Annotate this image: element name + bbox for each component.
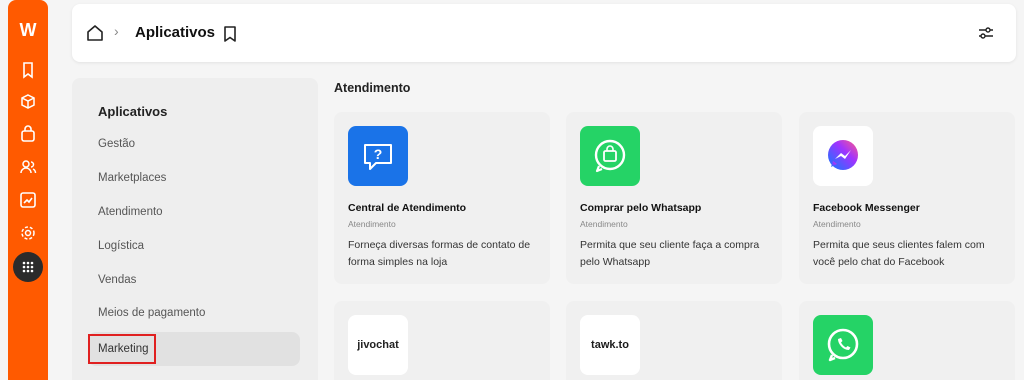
app-card-whatsapp[interactable] <box>799 301 1015 380</box>
category-item-meios-de-pagamento[interactable]: Meios de pagamento <box>98 307 205 319</box>
svg-text:?: ? <box>374 146 383 162</box>
app-description: Permita que seus clientes falem com você… <box>813 239 985 268</box>
app-description: Permita que seu cliente faça a compra pe… <box>580 239 760 268</box>
page-header: › Aplicativos <box>72 4 1016 62</box>
users-icon[interactable] <box>18 157 38 177</box>
jivochat-logo-text: jivochat <box>348 315 408 375</box>
category-panel: Aplicativos Gestão Marketplaces Atendime… <box>72 78 318 380</box>
app-category: Atendimento <box>580 219 628 229</box>
whatsapp-bag-icon <box>580 126 640 186</box>
app-description: Forneça diversas formas de contato de fo… <box>348 239 531 268</box>
tawkto-logo: tawk.to <box>580 315 640 375</box>
app-name: Facebook Messenger <box>813 202 920 214</box>
app-name: Central de Atendimento <box>348 202 467 214</box>
brand-logo[interactable]: W <box>16 18 40 42</box>
home-icon[interactable] <box>86 24 104 42</box>
breadcrumb-separator: › <box>114 23 119 39</box>
app-card-facebook-messenger[interactable]: Facebook Messenger Atendimento Permita q… <box>799 112 1015 284</box>
filter-settings-icon[interactable] <box>978 26 994 40</box>
tawkto-logo-text: tawk.to <box>580 315 640 375</box>
bookmark-icon[interactable] <box>18 60 38 80</box>
category-panel-title: Aplicativos <box>98 104 168 119</box>
category-item-marketplaces[interactable]: Marketplaces <box>98 172 166 184</box>
left-nav-rail: W <box>8 0 48 380</box>
shopping-bag-icon[interactable] <box>18 124 38 144</box>
app-category: Atendimento <box>813 219 861 229</box>
category-item-marketing[interactable]: Marketing <box>98 343 149 355</box>
category-item-atendimento[interactable]: Atendimento <box>98 206 163 218</box>
app-card-central-de-atendimento[interactable]: ? Central de Atendimento Atendimento For… <box>334 112 550 284</box>
messenger-icon <box>813 126 873 186</box>
bookmark-icon[interactable] <box>222 25 238 43</box>
app-category: Atendimento <box>348 219 396 229</box>
help-chat-icon: ? <box>348 126 408 186</box>
apps-grid-icon[interactable] <box>13 252 43 282</box>
app-card-jivochat[interactable]: jivochat <box>334 301 550 380</box>
settings-icon[interactable] <box>18 223 38 243</box>
page-title: Aplicativos <box>135 24 216 41</box>
app-card-tawkto[interactable]: tawk.to <box>566 301 782 380</box>
app-name: Comprar pelo Whatsapp <box>580 202 702 214</box>
whatsapp-icon <box>813 315 873 375</box>
category-item-logistica[interactable]: Logística <box>98 240 144 252</box>
category-item-vendas[interactable]: Vendas <box>98 274 136 286</box>
jivochat-logo: jivochat <box>348 315 408 375</box>
box-icon[interactable] <box>18 92 38 112</box>
section-title: Atendimento <box>334 81 411 95</box>
chart-icon[interactable] <box>18 190 38 210</box>
category-item-gestao[interactable]: Gestão <box>98 138 135 150</box>
app-card-comprar-pelo-whatsapp[interactable]: Comprar pelo Whatsapp Atendimento Permit… <box>566 112 782 284</box>
